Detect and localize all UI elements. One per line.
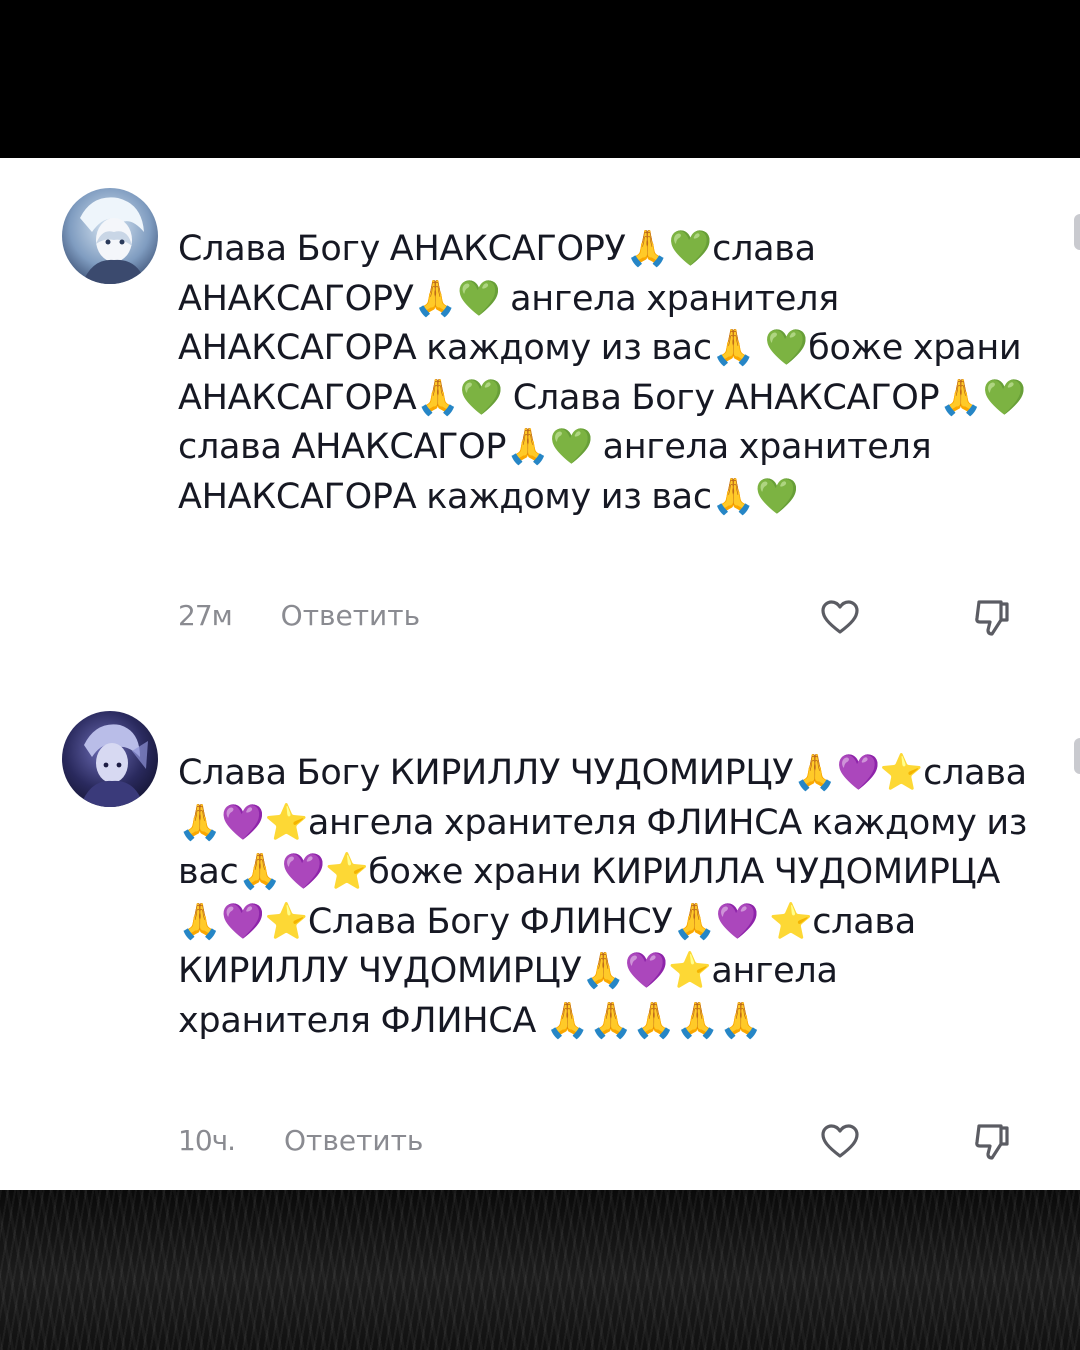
video-top-black-bar xyxy=(0,0,1080,158)
comment-text: Слава Богу АНАКСАГОРУ🙏💚слава АНАКСАГОРУ🙏… xyxy=(178,229,1026,517)
comment-time: 27м xyxy=(178,599,233,632)
comment-time: 10ч. xyxy=(178,1124,236,1157)
comment-text: Слава Богу КИРИЛЛУ ЧУДОМИРЦУ🙏💜⭐слава 🙏💜⭐… xyxy=(178,753,1028,1041)
comment-meta: 10ч. Ответить xyxy=(178,1124,423,1157)
thumbs-down-icon[interactable] xyxy=(970,1120,1014,1164)
scroll-edge-indicator xyxy=(1074,738,1080,774)
video-background-texture xyxy=(0,1190,1080,1350)
anime-avatar-dark-icon xyxy=(62,711,158,807)
heart-icon[interactable] xyxy=(818,596,862,640)
reply-button[interactable]: Ответить xyxy=(281,599,420,632)
anime-avatar-light-icon xyxy=(62,188,158,284)
thumbs-down-icon[interactable] xyxy=(970,596,1014,640)
reply-button[interactable]: Ответить xyxy=(284,1124,423,1157)
scroll-edge-indicator xyxy=(1074,214,1080,250)
comments-panel: Слава Богу АНАКСАГОРУ🙏💚слава АНАКСАГОРУ🙏… xyxy=(0,158,1080,1190)
user-avatar[interactable] xyxy=(62,711,158,807)
heart-icon[interactable] xyxy=(818,1120,862,1164)
comment-meta: 27м Ответить xyxy=(178,599,420,632)
user-avatar[interactable] xyxy=(62,188,158,284)
